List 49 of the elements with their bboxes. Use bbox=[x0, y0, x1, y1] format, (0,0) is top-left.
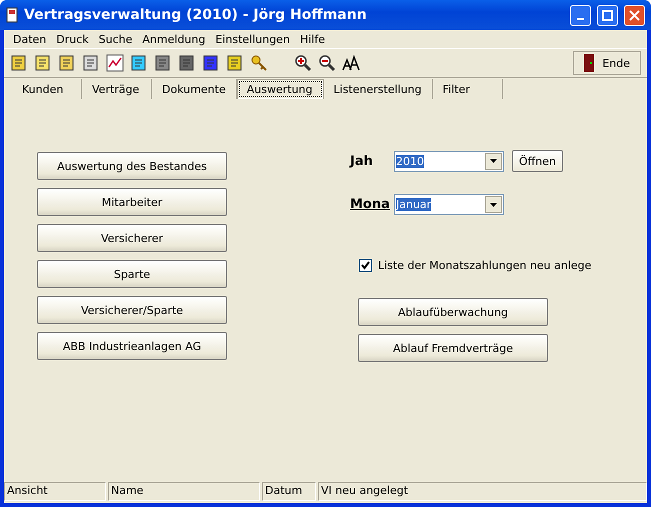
report-button[interactable]: ABB Industrieanlagen AG bbox=[37, 332, 227, 360]
menu-item[interactable]: Einstellungen bbox=[210, 32, 295, 46]
menu-item[interactable]: Hilfe bbox=[294, 32, 330, 46]
maximize-button[interactable] bbox=[597, 4, 618, 26]
menu-item[interactable]: Anmeldung bbox=[137, 32, 210, 46]
app-icon bbox=[6, 7, 18, 23]
status-pane: Ansicht bbox=[4, 482, 106, 501]
document-icon[interactable] bbox=[58, 54, 76, 72]
caret-icon bbox=[490, 202, 497, 206]
chart-icon[interactable] bbox=[106, 54, 124, 72]
window-title: Vertragsverwaltung (2010) - Jörg Hoffmann bbox=[24, 7, 368, 23]
month-dropdown[interactable]: Januar bbox=[394, 194, 504, 215]
zoom-in-icon[interactable] bbox=[294, 54, 312, 72]
menu-item[interactable]: Druck bbox=[51, 32, 94, 46]
report-button[interactable]: Mitarbeiter bbox=[37, 188, 227, 216]
year-dropdown[interactable]: 2010 bbox=[394, 150, 504, 172]
close-button[interactable] bbox=[624, 4, 645, 26]
tab[interactable]: Auswertung bbox=[236, 79, 324, 99]
minimize-icon bbox=[577, 18, 584, 20]
checkbox[interactable] bbox=[359, 259, 372, 272]
status-pane: Name bbox=[108, 482, 260, 501]
tab[interactable]: Kunden bbox=[12, 79, 82, 99]
caret-icon bbox=[490, 159, 497, 163]
close-icon bbox=[629, 10, 640, 20]
expiry-button[interactable]: Ablaufüberwachung bbox=[358, 298, 548, 326]
report-button[interactable]: Auswertung des Bestandes bbox=[37, 152, 227, 180]
zoom-out-icon[interactable] bbox=[318, 54, 336, 72]
tab[interactable]: Filter bbox=[432, 79, 503, 99]
font-size-icon[interactable] bbox=[342, 54, 360, 72]
key-icon[interactable] bbox=[250, 54, 268, 72]
tab[interactable]: Dokumente bbox=[152, 79, 237, 99]
menu-item[interactable]: Daten bbox=[8, 32, 52, 46]
minimize-button[interactable] bbox=[570, 4, 591, 26]
report-button[interactable]: Versicherer bbox=[37, 224, 227, 252]
status-pane: Datum bbox=[262, 482, 316, 501]
open-button[interactable]: Öffnen bbox=[512, 150, 563, 172]
document-icon[interactable] bbox=[34, 54, 52, 72]
tab[interactable]: Listenerstellung bbox=[324, 79, 433, 99]
checkbox-label: Liste der Monatszahlungen neu anlege bbox=[378, 259, 592, 272]
report-button[interactable]: Sparte bbox=[37, 260, 227, 288]
report-button[interactable]: Versicherer/Sparte bbox=[37, 296, 227, 324]
maximize-icon bbox=[602, 10, 613, 20]
status-pane: VI neu angelegt bbox=[318, 482, 647, 501]
tab[interactable]: Verträge bbox=[82, 79, 152, 99]
expiry-button[interactable]: Ablauf Fremdverträge bbox=[358, 334, 548, 362]
door-icon bbox=[584, 54, 594, 72]
menu-item[interactable]: Suche bbox=[94, 32, 138, 46]
year-label: Jah bbox=[350, 154, 374, 168]
end-button[interactable]: Ende bbox=[573, 51, 641, 75]
